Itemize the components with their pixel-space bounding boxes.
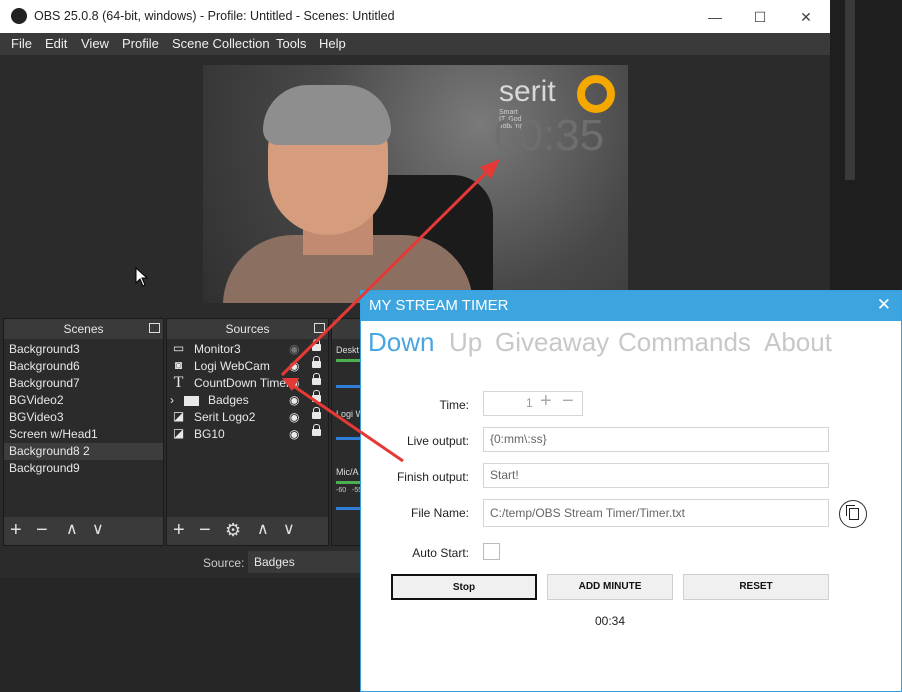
arrow-to-preview-timer: [280, 165, 494, 377]
arrow-to-countdown-source: [291, 383, 404, 463]
annotation-arrows: [280, 159, 500, 463]
